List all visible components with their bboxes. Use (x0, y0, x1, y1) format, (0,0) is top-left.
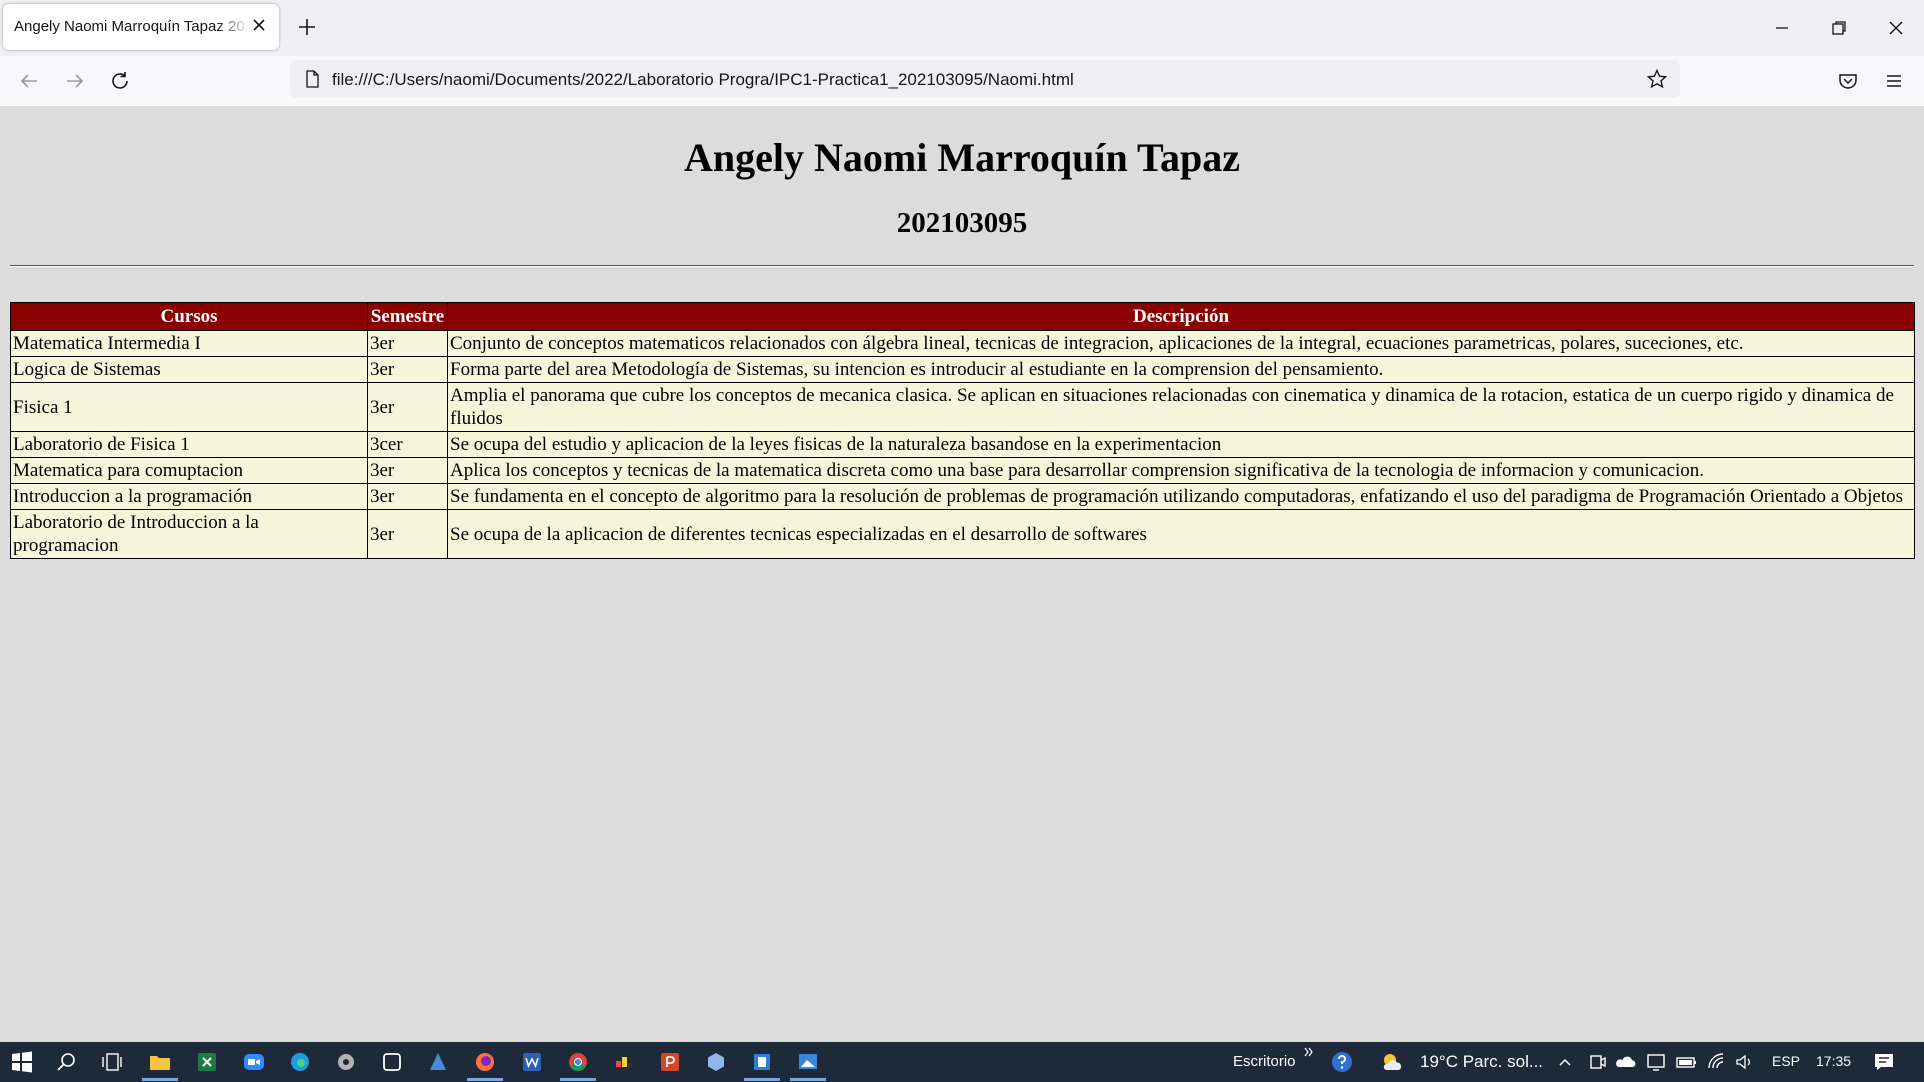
header-descripcion: Descripción (447, 302, 1915, 331)
course-semester: 3er (367, 382, 448, 432)
file-explorer-icon[interactable] (148, 1050, 172, 1074)
tab-strip: Angely Naomi Marroquín Tapaz 202103095 (0, 0, 1924, 56)
divider (10, 265, 1914, 267)
url-text: file:///C:/Users/naomi/Documents/2022/La… (332, 70, 1074, 89)
onedrive-icon[interactable] (1614, 1050, 1638, 1074)
edge-icon[interactable] (288, 1050, 312, 1074)
back-icon[interactable] (17, 69, 41, 93)
chrome-icon[interactable] (566, 1050, 590, 1074)
table-row: Laboratorio de Fisica 1 3cer Se ocupa de… (10, 431, 1915, 458)
course-semester: 3er (367, 356, 448, 383)
word-icon[interactable] (520, 1050, 544, 1074)
app-icon-7[interactable] (796, 1050, 820, 1074)
header-cursos: Cursos (10, 302, 368, 331)
weather-icon[interactable] (1380, 1050, 1404, 1074)
course-description: Forma parte del area Metodología de Sist… (447, 356, 1915, 383)
active-app-indicator (790, 1078, 826, 1081)
app-icon-5[interactable] (704, 1050, 728, 1074)
bookmark-star-icon[interactable] (1646, 68, 1668, 90)
chevron-up-icon[interactable] (1553, 1050, 1577, 1074)
course-semester: 3er (367, 330, 448, 357)
course-description: Aplica los conceptos y tecnicas de la ma… (447, 457, 1915, 484)
page-title: Angely Naomi Marroquín Tapaz (684, 135, 1240, 180)
active-app-indicator (467, 1078, 503, 1081)
minimize-icon[interactable] (1770, 16, 1794, 40)
course-name: Matematica para comuptacion (10, 457, 368, 484)
course-semester: 3er (367, 457, 448, 484)
table-row: Laboratorio de Introduccion a la program… (10, 509, 1915, 559)
app-icon-6[interactable] (750, 1050, 774, 1074)
course-name: Matematica Intermedia I (10, 330, 368, 357)
course-name: Fisica 1 (10, 382, 368, 432)
notifications-icon[interactable] (1872, 1050, 1896, 1074)
new-tab-icon[interactable] (296, 16, 318, 38)
course-description: Conjunto de conceptos matematicos relaci… (447, 330, 1915, 357)
browser-chrome: Angely Naomi Marroquín Tapaz 202103095 f… (0, 0, 1924, 107)
powerpoint-icon[interactable] (658, 1050, 682, 1074)
meet-now-icon[interactable] (1585, 1050, 1609, 1074)
course-description: Se ocupa de la aplicacion de diferentes … (447, 509, 1915, 559)
table-row: Logica de Sistemas 3er Forma parte del a… (10, 356, 1915, 383)
browser-tab[interactable]: Angely Naomi Marroquín Tapaz 202103095 (3, 4, 279, 50)
reload-icon[interactable] (108, 69, 132, 93)
restore-icon[interactable] (1827, 16, 1851, 40)
course-semester: 3er (367, 509, 448, 559)
active-app-indicator (560, 1078, 596, 1081)
table-row: Introduccion a la programación 3er Se fu… (10, 483, 1915, 510)
pocket-icon[interactable] (1836, 69, 1860, 93)
wifi-icon[interactable] (1705, 1050, 1729, 1074)
tab-title: Angely Naomi Marroquín Tapaz 202103095 (14, 18, 250, 35)
course-semester: 3er (367, 483, 448, 510)
chevron-right-icon[interactable] (1303, 1046, 1315, 1058)
table-header-row: Cursos Semestre Descripción (10, 302, 1915, 331)
page-content: Angely Naomi Marroquín Tapaz 202103095 C… (0, 106, 1924, 1042)
course-description: Amplia el panorama que cubre los concept… (447, 382, 1915, 432)
course-name: Laboratorio de Introduccion a la program… (10, 509, 368, 559)
url-bar[interactable]: file:///C:/Users/naomi/Documents/2022/La… (290, 60, 1680, 98)
start-icon[interactable] (10, 1050, 34, 1074)
task-view-icon[interactable] (100, 1050, 124, 1074)
menu-icon[interactable] (1882, 69, 1906, 93)
taskbar: Escritorio 19°C Parc. sol... ESP 17:35 (0, 1042, 1924, 1082)
display-icon[interactable] (1644, 1050, 1668, 1074)
app-icon-4[interactable] (612, 1050, 636, 1074)
app-icon-3[interactable] (426, 1050, 450, 1074)
volume-icon[interactable] (1733, 1050, 1757, 1074)
battery-icon[interactable] (1674, 1050, 1698, 1074)
close-window-icon[interactable] (1884, 16, 1908, 40)
course-name: Logica de Sistemas (10, 356, 368, 383)
student-id: 202103095 (896, 207, 1028, 239)
course-description: Se fundamenta en el concepto de algoritm… (447, 483, 1915, 510)
app-icon[interactable] (334, 1050, 358, 1074)
course-name: Laboratorio de Fisica 1 (10, 431, 368, 458)
language-indicator[interactable]: ESP (1772, 1053, 1800, 1069)
table-row: Matematica para comuptacion 3er Aplica l… (10, 457, 1915, 484)
app-icon-2[interactable] (380, 1050, 404, 1074)
table-row: Fisica 1 3er Amplia el panorama que cubr… (10, 382, 1915, 432)
close-tab-icon[interactable] (249, 15, 269, 35)
page-icon (306, 70, 319, 88)
excel-icon[interactable] (195, 1050, 219, 1074)
active-app-indicator (744, 1078, 780, 1081)
table-row: Matematica Intermedia I 3er Conjunto de … (10, 330, 1915, 357)
course-semester: 3cer (367, 431, 448, 458)
forward-icon[interactable] (63, 69, 87, 93)
course-name: Introduccion a la programación (10, 483, 368, 510)
navigation-bar: file:///C:/Users/naomi/Documents/2022/La… (0, 56, 1924, 107)
desktop-toolbar-label[interactable]: Escritorio (1233, 1053, 1296, 1070)
zoom-icon[interactable] (242, 1050, 266, 1074)
course-description: Se ocupa del estudio y aplicacion de la … (447, 431, 1915, 458)
courses-table: Cursos Semestre Descripción Matematica I… (10, 302, 1915, 559)
active-app-indicator (142, 1078, 178, 1081)
search-icon[interactable] (55, 1050, 79, 1074)
header-semestre: Semestre (367, 302, 448, 331)
firefox-icon[interactable] (473, 1050, 497, 1074)
help-icon[interactable] (1330, 1050, 1354, 1074)
clock[interactable]: 17:35 (1816, 1053, 1851, 1069)
weather-text[interactable]: 19°C Parc. sol... (1420, 1052, 1543, 1072)
